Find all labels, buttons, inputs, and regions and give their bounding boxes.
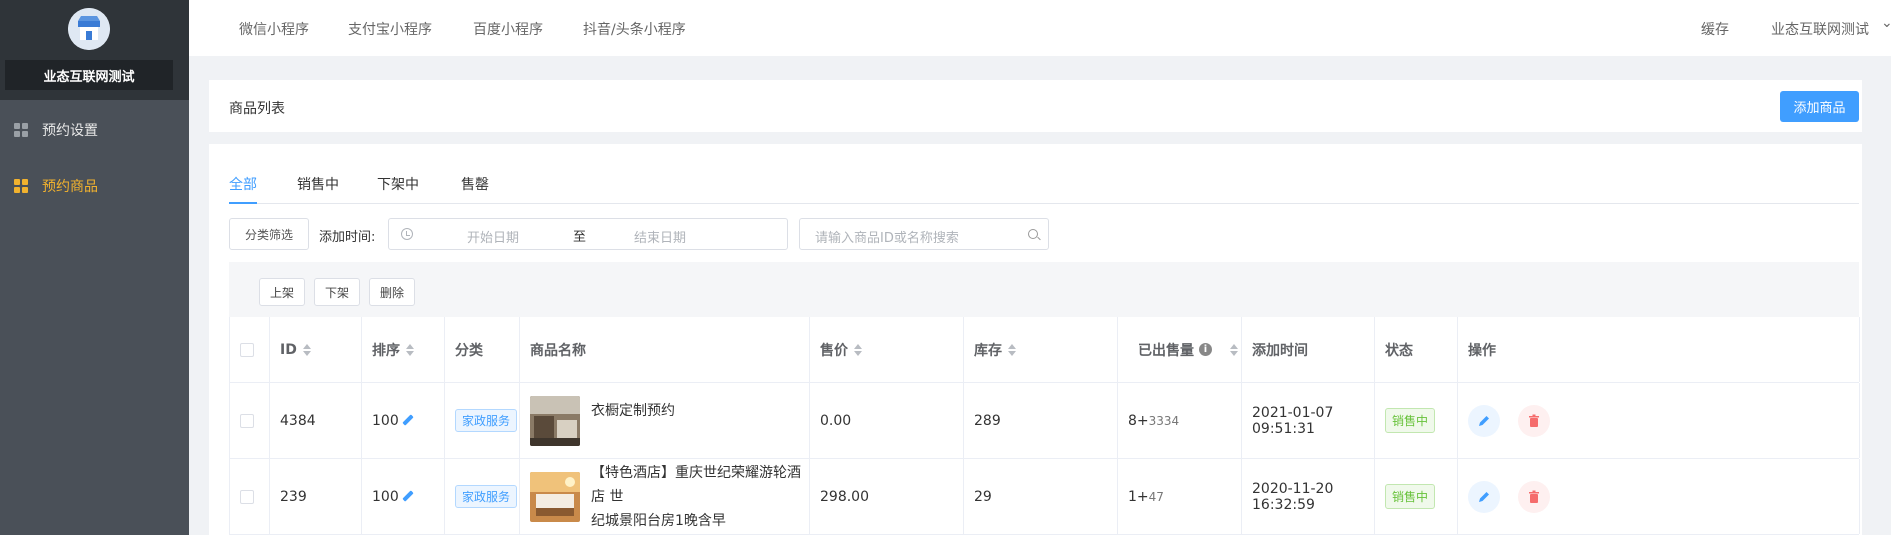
cell-added-time: 2020-11-20 16:32:59 — [1242, 459, 1375, 534]
date-range-picker[interactable]: 开始日期 至 结束日期 — [388, 218, 788, 250]
cell-sort: 100 — [362, 459, 445, 534]
sidebar-item-label: 预约商品 — [42, 179, 98, 195]
add-goods-button[interactable]: 添加商品 — [1780, 91, 1859, 122]
trash-icon — [1529, 414, 1539, 427]
cell-price: 298.00 — [810, 459, 964, 534]
tab-wechat-miniprogram[interactable]: 微信小程序 — [239, 19, 309, 39]
cell-goods: 衣橱定制预约 — [520, 383, 810, 458]
date-separator: 至 — [573, 230, 587, 245]
store-logo-icon — [68, 8, 110, 50]
tab-off-shelf[interactable]: 下架中 — [377, 174, 419, 204]
edit-button[interactable] — [1468, 480, 1500, 513]
sidebar-item-booking-settings[interactable]: 预约设置 — [0, 110, 189, 150]
header-sold[interactable]: 已出售量 i — [1118, 317, 1242, 382]
goods-thumbnail — [530, 395, 580, 446]
table-row: 239 100 家政服务 【特色酒店】重庆世纪荣耀游轮酒店 世 纪城景阳台房1晚… — [229, 459, 1860, 535]
tab-all[interactable]: 全部 — [229, 174, 257, 204]
row-checkbox[interactable] — [240, 413, 254, 428]
search-input[interactable]: 请输入商品ID或名称搜索 — [799, 218, 1049, 250]
status-tabs: 全部 销售中 下架中 售罄 — [229, 174, 1859, 204]
header-name: 商品名称 — [520, 317, 810, 382]
start-date-input[interactable]: 开始日期 — [467, 227, 519, 246]
select-all-checkbox[interactable] — [240, 342, 254, 357]
header-category: 分类 — [445, 317, 520, 382]
goods-name[interactable]: 【特色酒店】重庆世纪荣耀游轮酒店 世 纪城景阳台房1晚含早 — [591, 461, 809, 533]
header-id[interactable]: ID — [270, 317, 362, 382]
cell-id: 239 — [270, 459, 362, 534]
sort-icon[interactable] — [406, 343, 414, 356]
bulk-action-bar: 上架 下架 删除 — [229, 262, 1859, 317]
table-header: ID 排序 分类 商品名称 售价 库存 已出售量 i 添加时间 状态 操作 — [229, 317, 1860, 383]
title-card: 商品列表 添加商品 — [209, 80, 1862, 132]
status-badge: 销售中 — [1385, 484, 1436, 509]
header-added-time: 添加时间 — [1242, 317, 1375, 382]
edit-sort-icon[interactable] — [401, 414, 415, 428]
cell-stock: 289 — [964, 383, 1118, 458]
pencil-icon — [1479, 415, 1489, 426]
cell-price: 0.00 — [810, 383, 964, 458]
sidebar-item-label: 预约设置 — [42, 123, 98, 139]
goods-list-card: 全部 销售中 下架中 售罄 分类筛选 添加时间: 开始日期 至 结束日期 请输入… — [209, 144, 1862, 535]
tab-on-sale[interactable]: 销售中 — [297, 174, 339, 204]
tab-alipay-miniprogram[interactable]: 支付宝小程序 — [348, 19, 432, 39]
sort-icon[interactable] — [854, 343, 862, 356]
cell-id: 4384 — [270, 383, 362, 458]
tab-baidu-miniprogram[interactable]: 百度小程序 — [473, 19, 543, 39]
delete-button[interactable] — [1518, 404, 1550, 437]
row-checkbox[interactable] — [240, 489, 254, 504]
header-status: 状态 — [1375, 317, 1458, 382]
sidebar-header: 业态互联网测试 — [0, 0, 189, 100]
user-menu[interactable]: 业态互联网测试 — [1771, 19, 1869, 39]
cell-stock: 29 — [964, 459, 1118, 534]
tab-sold-out[interactable]: 售罄 — [461, 174, 489, 204]
sort-icon[interactable] — [1230, 343, 1238, 356]
edit-button[interactable] — [1468, 404, 1500, 437]
top-nav: 微信小程序 支付宝小程序 百度小程序 抖音/头条小程序 缓存 业态互联网测试 ⌄ — [189, 0, 1891, 56]
header-ops: 操作 — [1458, 317, 1860, 382]
cell-ops — [1458, 383, 1860, 458]
trash-icon — [1529, 490, 1539, 503]
delete-button[interactable] — [1518, 480, 1550, 513]
cell-goods: 【特色酒店】重庆世纪荣耀游轮酒店 世 纪城景阳台房1晚含早 — [520, 459, 810, 534]
goods-name[interactable]: 衣橱定制预约 — [591, 399, 675, 423]
clock-icon — [401, 228, 413, 240]
page-title: 商品列表 — [229, 101, 285, 117]
goods-thumbnail — [530, 471, 580, 522]
cell-added-time: 2021-01-07 09:51:31 — [1242, 383, 1375, 458]
cell-sold: 1+ 47 — [1118, 459, 1242, 534]
cell-ops — [1458, 459, 1860, 534]
date-filter-label: 添加时间: — [319, 230, 376, 245]
category-tag: 家政服务 — [455, 485, 518, 508]
status-badge: 销售中 — [1385, 408, 1436, 433]
header-price[interactable]: 售价 — [810, 317, 964, 382]
sidebar-item-booking-goods[interactable]: 预约商品 — [0, 166, 189, 206]
grid-icon — [14, 123, 28, 137]
table-row: 4384 100 家政服务 衣橱定制预约 0.00 289 8+ 3334 202… — [229, 383, 1860, 459]
pencil-icon — [1479, 491, 1489, 502]
cache-link[interactable]: 缓存 — [1701, 19, 1729, 39]
header-checkbox-cell — [230, 317, 270, 382]
cell-sold: 8+ 3334 — [1118, 383, 1242, 458]
goods-table: ID 排序 分类 商品名称 售价 库存 已出售量 i 添加时间 状态 操作 438… — [229, 317, 1860, 535]
grid-icon — [14, 179, 28, 193]
header-stock[interactable]: 库存 — [964, 317, 1118, 382]
shop-name: 业态互联网测试 — [5, 60, 173, 90]
bulk-delist-button[interactable]: 下架 — [314, 278, 360, 306]
search-icon[interactable] — [1028, 229, 1038, 239]
header-sort[interactable]: 排序 — [362, 317, 445, 382]
bulk-delete-button[interactable]: 删除 — [369, 278, 415, 306]
edit-sort-icon[interactable] — [401, 490, 415, 504]
sidebar: 业态互联网测试 预约设置 预约商品 — [0, 0, 189, 535]
category-filter-button[interactable]: 分类筛选 — [229, 218, 309, 250]
tab-douyin-miniprogram[interactable]: 抖音/头条小程序 — [583, 19, 686, 39]
category-tag: 家政服务 — [455, 409, 518, 432]
search-placeholder: 请输入商品ID或名称搜索 — [815, 231, 959, 246]
sort-icon[interactable] — [302, 343, 311, 356]
info-icon[interactable]: i — [1199, 343, 1212, 356]
bulk-list-button[interactable]: 上架 — [259, 278, 305, 306]
chevron-down-icon[interactable]: ⌄ — [1881, 15, 1891, 31]
sort-icon[interactable] — [1008, 343, 1016, 356]
cell-sort: 100 — [362, 383, 445, 458]
end-date-input[interactable]: 结束日期 — [634, 227, 686, 246]
